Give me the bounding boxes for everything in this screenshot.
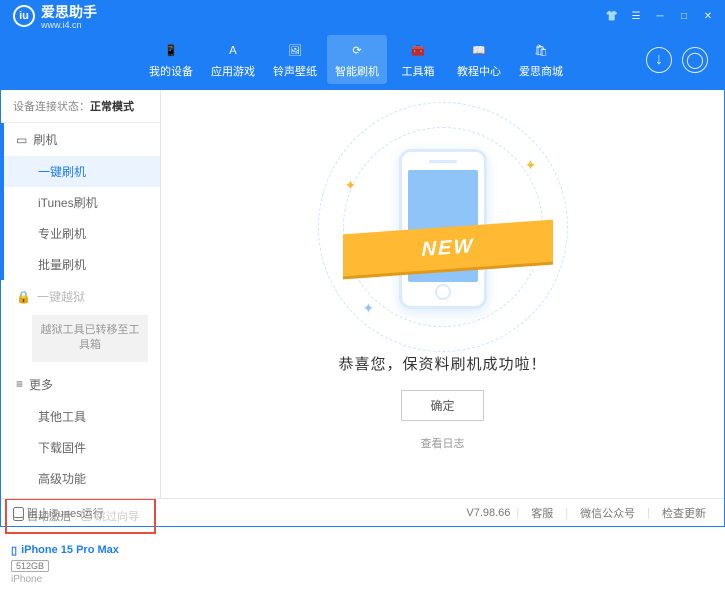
ok-button[interactable]: 确定 xyxy=(401,390,483,421)
wechat-link[interactable]: 微信公众号 xyxy=(574,505,641,521)
nav-toolbox[interactable]: 🧰 工具箱 xyxy=(389,35,447,84)
nav-label: 智能刷机 xyxy=(335,63,379,79)
sparkle-icon: ✦ xyxy=(525,157,537,174)
logo: iu 爱思助手 www.i4.cn xyxy=(13,2,97,30)
sidebar-item-oneclick[interactable]: 一键刷机 xyxy=(4,156,160,187)
view-log-link[interactable]: 查看日志 xyxy=(421,435,465,451)
navbar: 📱 我的设备 Ａ 应用游戏 🖼 铃声壁纸 ⟳ 智能刷机 🧰 工具箱 📖 教程 xyxy=(1,27,724,90)
sparkle-icon: ✦ xyxy=(363,300,375,317)
sidebar-head-label: 刷机 xyxy=(33,131,57,148)
more-icon: ≡ xyxy=(16,377,23,391)
sidebar-item-other[interactable]: 其他工具 xyxy=(4,401,160,432)
nav-label: 应用游戏 xyxy=(211,63,255,79)
user-icon: ◯ xyxy=(686,50,704,70)
nav-apps[interactable]: Ａ 应用游戏 xyxy=(203,35,263,84)
checkbox-input[interactable] xyxy=(13,507,24,518)
statusbar: 阻止iTunes运行 V7.98.66 | 客服 | 微信公众号 | 检查更新 xyxy=(1,498,724,526)
sidebar-head-flash[interactable]: ▭ 刷机 xyxy=(4,123,160,156)
nav-store[interactable]: 🛍 爱思商城 xyxy=(511,35,571,84)
maximize-icon[interactable]: □ xyxy=(676,8,692,24)
sidebar-item-firmware[interactable]: 下载固件 xyxy=(4,432,160,463)
bag-icon: 🛍 xyxy=(531,40,551,60)
sidebar-group-flash: ▭ 刷机 一键刷机 iTunes刷机 专业刷机 批量刷机 xyxy=(1,123,160,280)
sidebar-head-label: 一键越狱 xyxy=(37,288,85,305)
check-update-link[interactable]: 检查更新 xyxy=(656,505,712,521)
sidebar-head-more[interactable]: ≡ 更多 xyxy=(4,368,160,401)
sparkle-icon: ✦ xyxy=(345,177,357,194)
device-name[interactable]: ▯ iPhone 15 Pro Max xyxy=(11,544,150,557)
nav-label: 工具箱 xyxy=(402,63,435,79)
block-itunes-checkbox[interactable]: 阻止iTunes运行 xyxy=(13,505,104,521)
nav-tutorials[interactable]: 📖 教程中心 xyxy=(449,35,509,84)
nav-label: 我的设备 xyxy=(149,63,193,79)
conn-label: 设备连接状态： xyxy=(13,101,90,113)
nav-label: 爱思商城 xyxy=(519,63,563,79)
connection-status: 设备连接状态：正常模式 xyxy=(1,90,160,123)
nav-my-device[interactable]: 📱 我的设备 xyxy=(141,35,201,84)
success-illustration: ✦ ✦ ✦ NEW xyxy=(353,137,533,327)
skin-icon[interactable]: 👕 xyxy=(604,8,620,24)
checkbox-label: 阻止iTunes运行 xyxy=(27,505,104,521)
menu-icon[interactable]: ☰ xyxy=(628,8,644,24)
book-icon: 📖 xyxy=(469,40,489,60)
app-name: 爱思助手 xyxy=(41,2,97,22)
device-info: ▯ iPhone 15 Pro Max 512GB iPhone xyxy=(1,538,160,593)
logo-icon: iu xyxy=(13,5,35,27)
sidebar-group-more: ≡ 更多 其他工具 下载固件 高级功能 xyxy=(1,368,160,494)
success-message: 恭喜您，保资料刷机成功啦！ xyxy=(338,353,546,374)
nav-label: 教程中心 xyxy=(457,63,501,79)
sidebar-head-label: 更多 xyxy=(29,376,53,393)
support-link[interactable]: 客服 xyxy=(525,505,559,521)
device-type: iPhone xyxy=(11,574,150,585)
sidebar-head-jailbreak: 🔒 一键越狱 xyxy=(4,280,160,313)
body: 设备连接状态：正常模式 ▭ 刷机 一键刷机 iTunes刷机 专业刷机 批量刷机… xyxy=(1,90,724,498)
sidebar-item-pro[interactable]: 专业刷机 xyxy=(4,218,160,249)
device-icon: 📱 xyxy=(161,40,181,60)
nav-label: 铃声壁纸 xyxy=(273,63,317,79)
flash-icon: ⟳ xyxy=(347,40,367,60)
app-window: iu 爱思助手 www.i4.cn 👕 ☰ ─ □ ✕ 📱 我的设备 Ａ xyxy=(0,0,725,527)
jailbreak-note: 越狱工具已转移至工具箱 xyxy=(32,315,148,362)
close-icon[interactable]: ✕ xyxy=(700,8,716,24)
device-name-text: iPhone 15 Pro Max xyxy=(21,544,119,556)
sidebar-group-jailbreak: 🔒 一键越狱 越狱工具已转移至工具箱 xyxy=(1,280,160,368)
download-button[interactable]: ↓ xyxy=(646,47,672,73)
storage-badge: 512GB xyxy=(11,560,49,572)
titlebar: iu 爱思助手 www.i4.cn 👕 ☰ ─ □ ✕ xyxy=(1,1,724,27)
lock-icon: 🔒 xyxy=(16,290,31,304)
apps-icon: Ａ xyxy=(223,40,243,60)
header: iu 爱思助手 www.i4.cn 👕 ☰ ─ □ ✕ 📱 我的设备 Ａ xyxy=(1,1,724,90)
nav-ringtones[interactable]: 🖼 铃声壁纸 xyxy=(265,35,325,84)
phone-icon: ▭ xyxy=(16,133,27,147)
sidebar: 设备连接状态：正常模式 ▭ 刷机 一键刷机 iTunes刷机 专业刷机 批量刷机… xyxy=(1,90,161,498)
download-icon: ↓ xyxy=(655,51,663,69)
sidebar-item-advanced[interactable]: 高级功能 xyxy=(4,463,160,494)
minimize-icon[interactable]: ─ xyxy=(652,8,668,24)
app-site: www.i4.cn xyxy=(41,20,97,30)
sidebar-item-batch[interactable]: 批量刷机 xyxy=(4,249,160,280)
main-content: ✦ ✦ ✦ NEW 恭喜您，保资料刷机成功啦！ 确定 查看日志 xyxy=(161,90,724,498)
user-button[interactable]: ◯ xyxy=(682,47,708,73)
nav-flash[interactable]: ⟳ 智能刷机 xyxy=(327,35,387,84)
sidebar-item-itunes[interactable]: iTunes刷机 xyxy=(4,187,160,218)
phone-icon: ▯ xyxy=(11,544,17,557)
window-controls: 👕 ☰ ─ □ ✕ xyxy=(604,8,716,24)
conn-value: 正常模式 xyxy=(90,101,134,113)
version-label: V7.98.66 xyxy=(466,507,510,519)
wallpaper-icon: 🖼 xyxy=(285,40,305,60)
toolbox-icon: 🧰 xyxy=(408,40,428,60)
